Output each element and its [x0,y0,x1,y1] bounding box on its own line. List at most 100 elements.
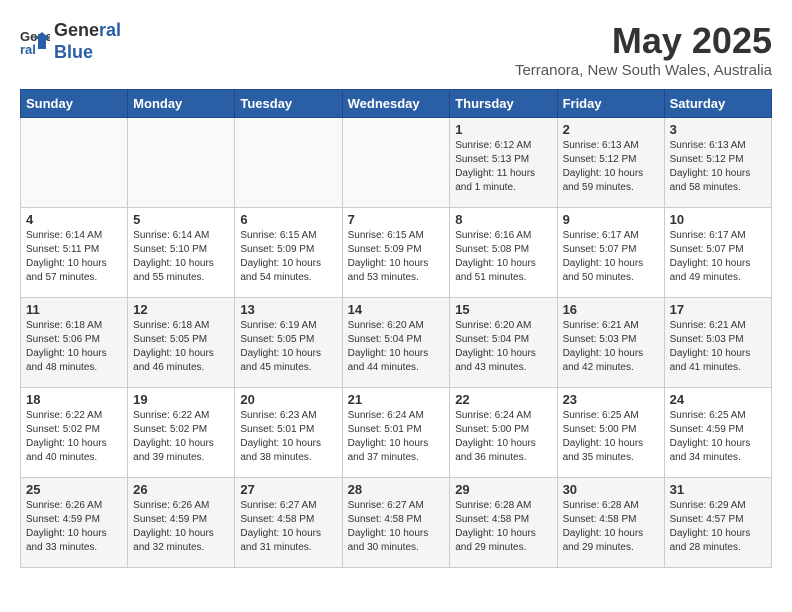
day-info: Sunrise: 6:27 AMSunset: 4:58 PMDaylight:… [240,499,336,555]
day-number: 1 [455,122,551,137]
day-number: 21 [348,392,445,407]
calendar-cell: 22 Sunrise: 6:24 AMSunset: 5:00 PMDayligh… [450,388,557,478]
day-number: 28 [348,482,445,497]
day-info: Sunrise: 6:21 AMSunset: 5:03 PMDaylight:… [670,319,766,375]
calendar-cell: 24 Sunrise: 6:25 AMSunset: 4:59 PMDayligh… [664,388,771,478]
day-info: Sunrise: 6:13 AMSunset: 5:12 PMDaylight:… [563,139,659,195]
calendar-cell: 28 Sunrise: 6:27 AMSunset: 4:58 PMDayligh… [342,478,450,568]
day-number: 22 [455,392,551,407]
calendar-cell: 7 Sunrise: 6:15 AMSunset: 5:09 PMDaylight… [342,208,450,298]
day-number: 20 [240,392,336,407]
logo-text: GeneralBlue [54,20,121,63]
logo: Gene ral GeneralBlue [20,20,121,63]
day-info: Sunrise: 6:18 AMSunset: 5:05 PMDaylight:… [133,319,229,375]
calendar-week-3: 11Sunrise: 6:18 AMSunset: 5:06 PMDayligh… [21,298,772,388]
calendar-cell: 1 Sunrise: 6:12 AMSunset: 5:13 PMDaylight… [450,118,557,208]
calendar-cell: 11Sunrise: 6:18 AMSunset: 5:06 PMDayligh… [21,298,128,388]
calendar-cell: 29 Sunrise: 6:28 AMSunset: 4:58 PMDayligh… [450,478,557,568]
calendar-cell [128,118,235,208]
calendar-cell: 16 Sunrise: 6:21 AMSunset: 5:03 PMDayligh… [557,298,664,388]
calendar-cell: 25 Sunrise: 6:26 AMSunset: 4:59 PMDayligh… [21,478,128,568]
day-info: Sunrise: 6:27 AMSunset: 4:58 PMDaylight:… [348,499,445,555]
calendar-cell [342,118,450,208]
calendar-cell: 14 Sunrise: 6:20 AMSunset: 5:04 PMDayligh… [342,298,450,388]
day-number: 19 [133,392,229,407]
calendar-cell: 10 Sunrise: 6:17 AMSunset: 5:07 PMDayligh… [664,208,771,298]
day-number: 14 [348,302,445,317]
day-info: Sunrise: 6:16 AMSunset: 5:08 PMDaylight:… [455,229,551,285]
calendar-cell: 20 Sunrise: 6:23 AMSunset: 5:01 PMDayligh… [235,388,342,478]
day-number: 24 [670,392,766,407]
day-number: 5 [133,212,229,227]
day-info: Sunrise: 6:25 AMSunset: 5:00 PMDaylight:… [563,409,659,465]
day-number: 27 [240,482,336,497]
title-block: May 2025 Terranora, New South Wales, Aus… [515,20,772,79]
day-number: 3 [670,122,766,137]
location: Terranora, New South Wales, Australia [515,62,772,79]
day-number: 12 [133,302,229,317]
day-number: 18 [26,392,122,407]
weekday-header-row: SundayMondayTuesdayWednesdayThursdayFrid… [21,90,772,118]
day-info: Sunrise: 6:24 AMSunset: 5:00 PMDaylight:… [455,409,551,465]
day-info: Sunrise: 6:25 AMSunset: 4:59 PMDaylight:… [670,409,766,465]
calendar-cell: 3Sunrise: 6:13 AMSunset: 5:12 PMDaylight… [664,118,771,208]
calendar-week-4: 18 Sunrise: 6:22 AMSunset: 5:02 PMDayligh… [21,388,772,478]
day-number: 13 [240,302,336,317]
day-info: Sunrise: 6:17 AMSunset: 5:07 PMDaylight:… [670,229,766,285]
calendar-cell: 17Sunrise: 6:21 AMSunset: 5:03 PMDayligh… [664,298,771,388]
day-info: Sunrise: 6:15 AMSunset: 5:09 PMDaylight:… [348,229,445,285]
day-info: Sunrise: 6:23 AMSunset: 5:01 PMDaylight:… [240,409,336,465]
calendar-week-5: 25 Sunrise: 6:26 AMSunset: 4:59 PMDayligh… [21,478,772,568]
day-info: Sunrise: 6:28 AMSunset: 4:58 PMDaylight:… [455,499,551,555]
calendar-cell: 6Sunrise: 6:15 AMSunset: 5:09 PMDaylight… [235,208,342,298]
day-number: 9 [563,212,659,227]
month-title: May 2025 [515,20,772,62]
day-info: Sunrise: 6:19 AMSunset: 5:05 PMDaylight:… [240,319,336,375]
calendar-cell: 9 Sunrise: 6:17 AMSunset: 5:07 PMDaylight… [557,208,664,298]
day-number: 4 [26,212,122,227]
day-info: Sunrise: 6:26 AMSunset: 4:59 PMDaylight:… [26,499,122,555]
weekday-header-saturday: Saturday [664,90,771,118]
calendar-cell: 31Sunrise: 6:29 AMSunset: 4:57 PMDayligh… [664,478,771,568]
day-info: Sunrise: 6:18 AMSunset: 5:06 PMDaylight:… [26,319,122,375]
weekday-header-thursday: Thursday [450,90,557,118]
day-info: Sunrise: 6:20 AMSunset: 5:04 PMDaylight:… [348,319,445,375]
weekday-header-monday: Monday [128,90,235,118]
calendar-cell: 19 Sunrise: 6:22 AMSunset: 5:02 PMDayligh… [128,388,235,478]
calendar-cell [21,118,128,208]
calendar-cell: 2 Sunrise: 6:13 AMSunset: 5:12 PMDaylight… [557,118,664,208]
day-number: 2 [563,122,659,137]
weekday-header-sunday: Sunday [21,90,128,118]
day-info: Sunrise: 6:14 AMSunset: 5:11 PMDaylight:… [26,229,122,285]
day-number: 29 [455,482,551,497]
day-info: Sunrise: 6:14 AMSunset: 5:10 PMDaylight:… [133,229,229,285]
calendar-cell [235,118,342,208]
calendar-cell: 4 Sunrise: 6:14 AMSunset: 5:11 PMDaylight… [21,208,128,298]
calendar-week-1: 1 Sunrise: 6:12 AMSunset: 5:13 PMDaylight… [21,118,772,208]
day-info: Sunrise: 6:26 AMSunset: 4:59 PMDaylight:… [133,499,229,555]
day-number: 30 [563,482,659,497]
calendar-cell: 27 Sunrise: 6:27 AMSunset: 4:58 PMDayligh… [235,478,342,568]
day-info: Sunrise: 6:22 AMSunset: 5:02 PMDaylight:… [133,409,229,465]
day-info: Sunrise: 6:17 AMSunset: 5:07 PMDaylight:… [563,229,659,285]
calendar-cell: 30Sunrise: 6:28 AMSunset: 4:58 PMDayligh… [557,478,664,568]
day-number: 10 [670,212,766,227]
day-number: 7 [348,212,445,227]
calendar-cell: 5 Sunrise: 6:14 AMSunset: 5:10 PMDaylight… [128,208,235,298]
weekday-header-tuesday: Tuesday [235,90,342,118]
day-info: Sunrise: 6:29 AMSunset: 4:57 PMDaylight:… [670,499,766,555]
day-info: Sunrise: 6:15 AMSunset: 5:09 PMDaylight:… [240,229,336,285]
day-number: 8 [455,212,551,227]
day-info: Sunrise: 6:12 AMSunset: 5:13 PMDaylight:… [455,139,551,195]
calendar-cell: 12 Sunrise: 6:18 AMSunset: 5:05 PMDayligh… [128,298,235,388]
day-number: 25 [26,482,122,497]
day-number: 23 [563,392,659,407]
page-header: Gene ral GeneralBlue May 2025 Terranora,… [20,20,772,79]
day-number: 16 [563,302,659,317]
logo-icon: Gene ral [20,27,50,57]
day-info: Sunrise: 6:21 AMSunset: 5:03 PMDaylight:… [563,319,659,375]
weekday-header-wednesday: Wednesday [342,90,450,118]
day-info: Sunrise: 6:20 AMSunset: 5:04 PMDaylight:… [455,319,551,375]
svg-text:ral: ral [20,42,36,57]
weekday-header-friday: Friday [557,90,664,118]
